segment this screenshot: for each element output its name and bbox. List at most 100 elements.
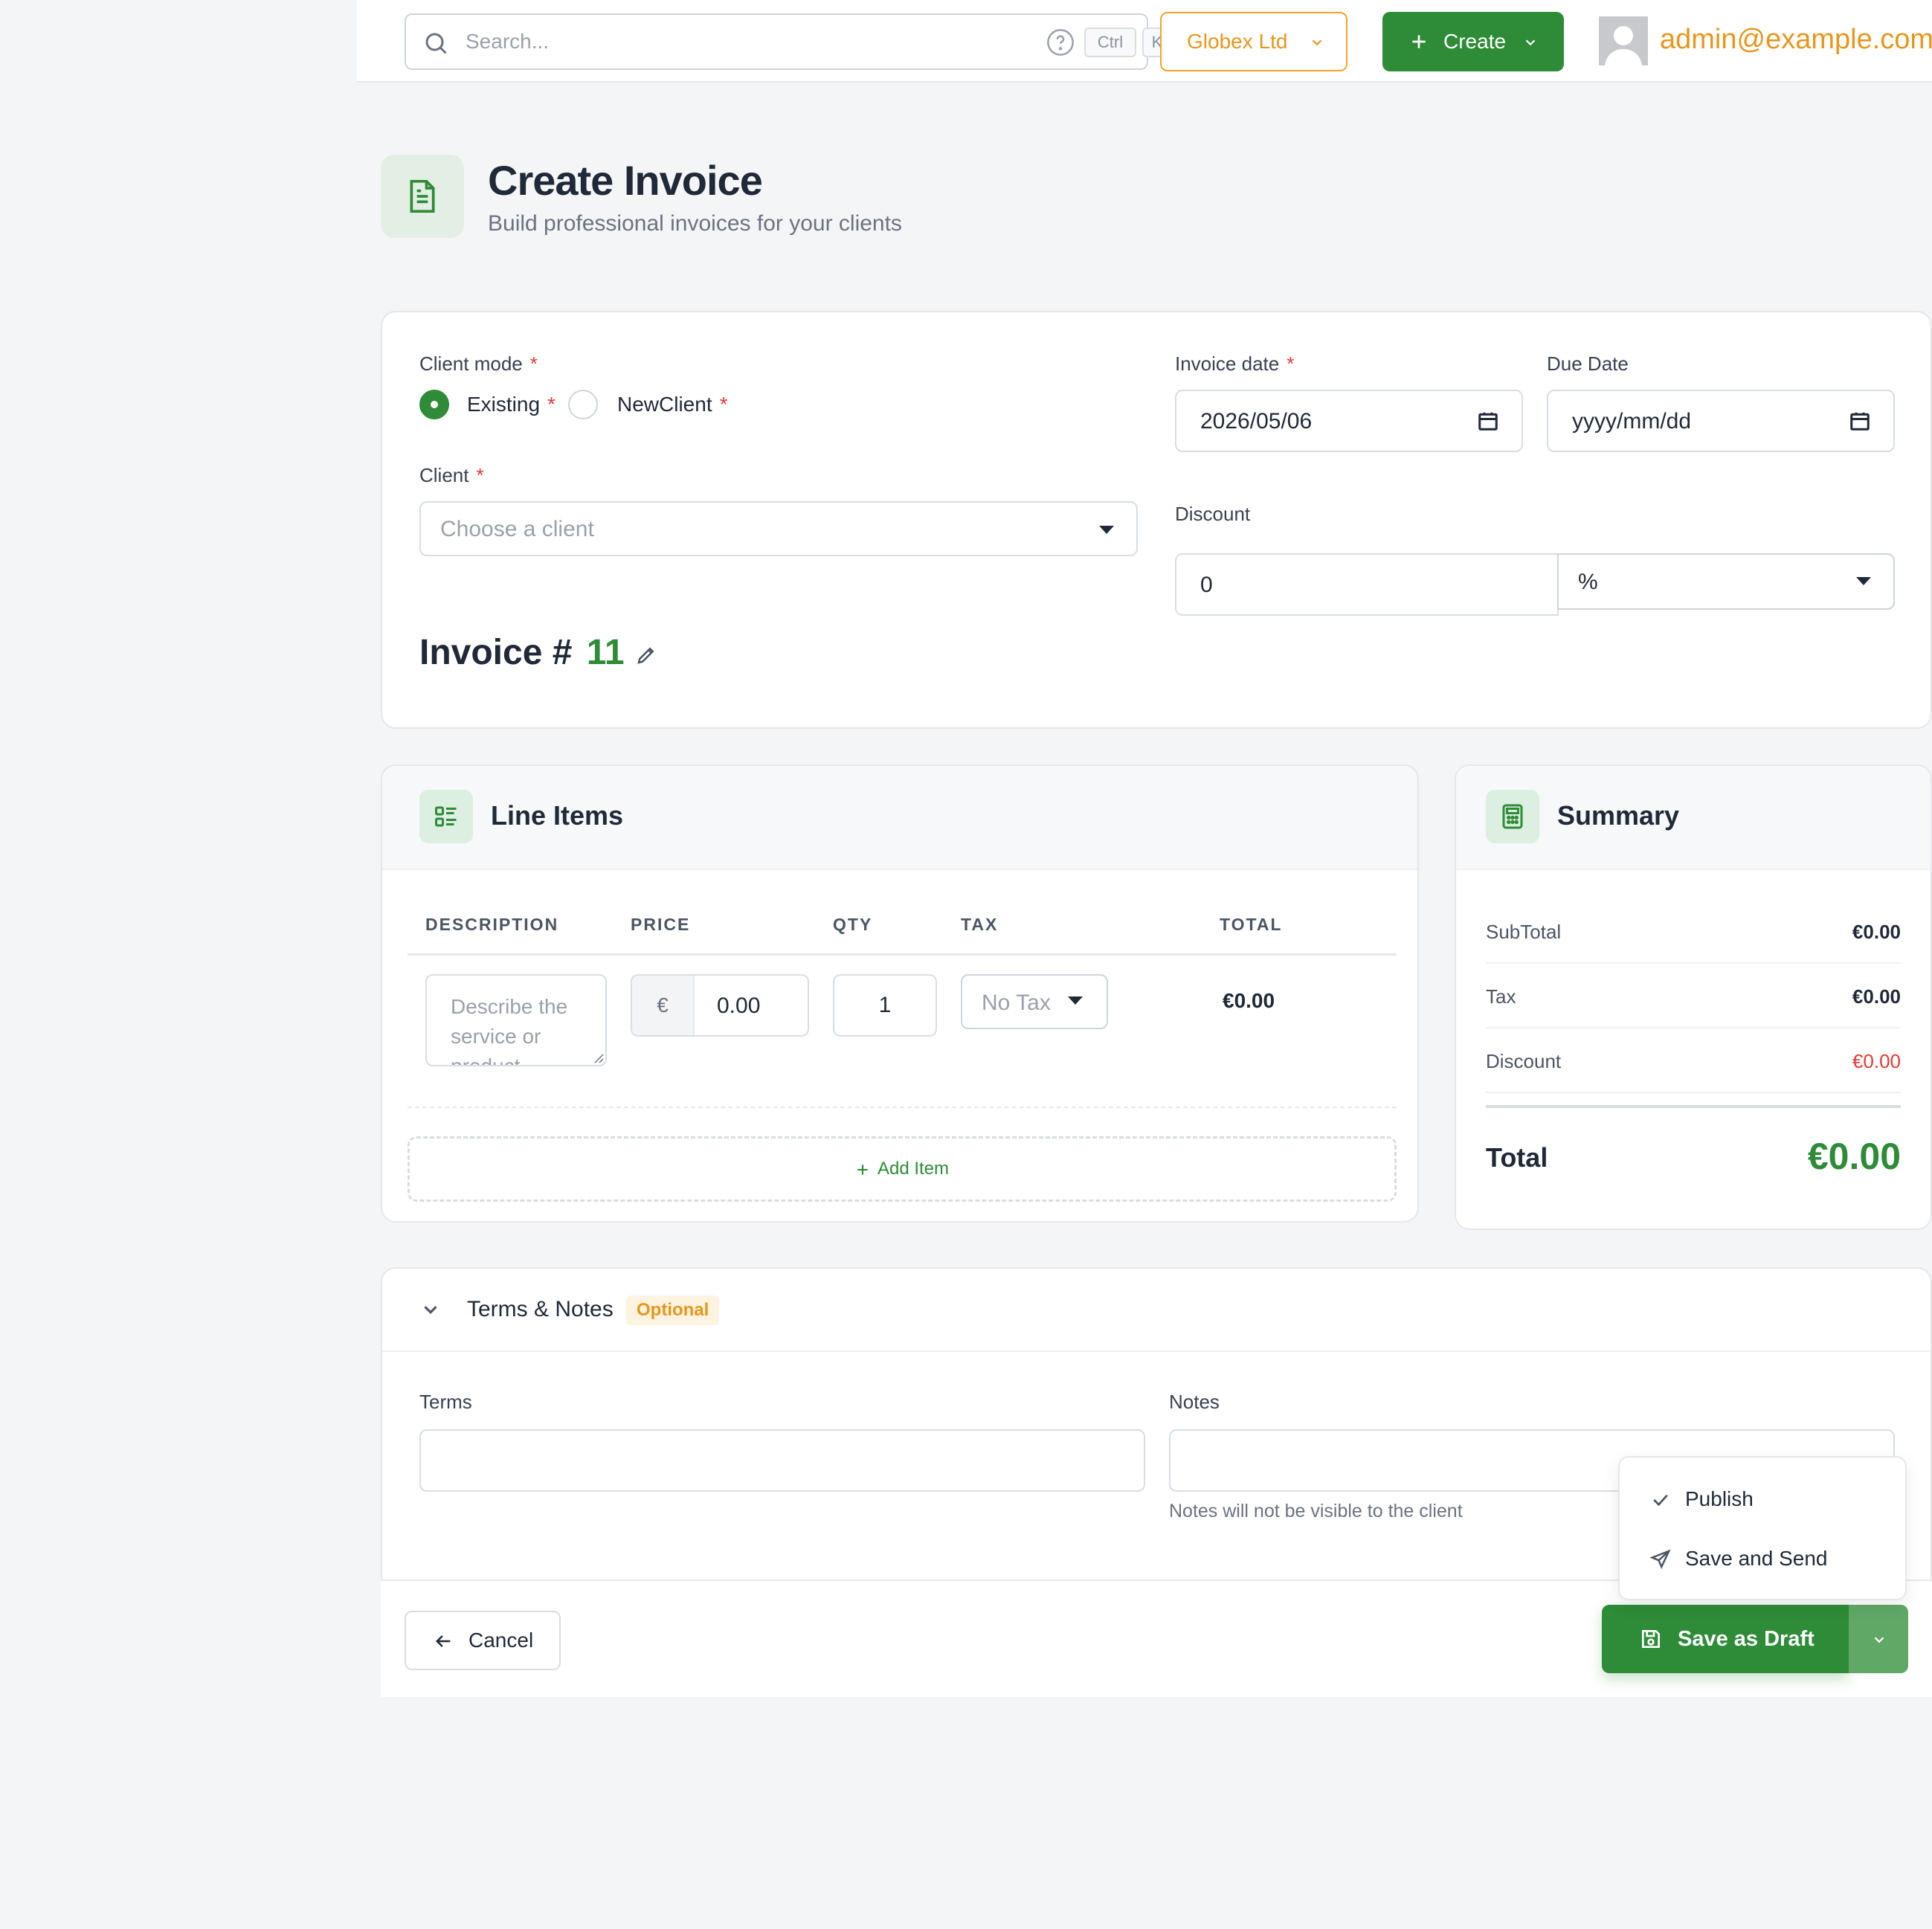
chevron-down-icon[interactable]: [419, 1298, 442, 1321]
summary-title: Summary: [1557, 800, 1680, 831]
row-total: €0.00: [1223, 989, 1275, 1012]
arrow-left-icon: [436, 1635, 451, 1647]
menu-item-publish-label: Publish: [1685, 1487, 1754, 1510]
due-date-input[interactable]: yyyy/mm/dd: [1547, 390, 1895, 452]
menu-item-save-and-send-label: Save and Send: [1685, 1547, 1828, 1570]
notes-label: Notes: [1169, 1391, 1220, 1413]
column-header-total: TOTAL: [1220, 915, 1283, 934]
qty-input[interactable]: 1: [833, 974, 937, 1037]
terms-input[interactable]: [419, 1429, 1145, 1492]
help-icon[interactable]: [1046, 28, 1075, 57]
send-icon: [1649, 1549, 1671, 1570]
save-options-toggle[interactable]: [1849, 1605, 1908, 1673]
invoice-date-label: Invoice date *: [1175, 352, 1295, 375]
search-icon: [425, 33, 447, 54]
tax-value: No Tax: [982, 991, 1051, 1015]
currency-prefix: €: [632, 976, 695, 1035]
resize-handle-icon[interactable]: [592, 1052, 604, 1063]
qty-value: 1: [878, 993, 892, 1017]
user-email[interactable]: admin@example.com: [1660, 24, 1932, 56]
top-bar: Search... Ctrl K Globex Ltd Create admin…: [357, 0, 1932, 83]
add-item-label: Add Item: [877, 1159, 950, 1179]
total-divider: [1486, 1105, 1901, 1108]
discount-type-select[interactable]: %: [1557, 553, 1895, 610]
invoice-details-card: Client mode * Existing * NewClient * Client…: [381, 311, 1932, 729]
chevron-down-icon: [1874, 1637, 1884, 1643]
column-header-description: DESCRIPTION: [425, 915, 559, 934]
invoice-icon: [381, 155, 464, 238]
row-divider: [408, 1107, 1397, 1108]
page-subtitle: Build professional invoices for your cli…: [488, 211, 902, 236]
caret-down-icon: [1099, 526, 1114, 534]
column-header-tax: TAX: [961, 915, 999, 934]
price-input[interactable]: € 0.00: [631, 974, 809, 1037]
check-icon: [1653, 1494, 1668, 1507]
summary-row-discount: Discount €0.00: [1486, 1029, 1901, 1093]
discount-label: Discount: [1175, 503, 1251, 525]
total-label: Total: [1486, 1142, 1548, 1173]
menu-item-save-and-send[interactable]: Save and Send: [1620, 1530, 1905, 1590]
discount-label: Discount: [1486, 1050, 1562, 1072]
tax-label: Tax: [1486, 985, 1516, 1008]
plus-icon: [857, 1164, 868, 1175]
column-header-qty: QTY: [833, 915, 873, 934]
tax-select[interactable]: No Tax: [961, 974, 1108, 1029]
terms-notes-title: Terms & Notes: [467, 1297, 614, 1321]
chevron-down-icon: [1312, 39, 1322, 46]
menu-item-publish[interactable]: Publish: [1620, 1471, 1905, 1530]
save-as-draft-label: Save as Draft: [1678, 1627, 1815, 1651]
user-avatar[interactable]: [1599, 16, 1648, 65]
list-icon: [419, 790, 473, 843]
invoice-number: 11: [586, 633, 625, 672]
create-button[interactable]: Create: [1382, 12, 1564, 71]
client-label: Client *: [419, 464, 484, 486]
save-as-draft-button[interactable]: Save as Draft: [1602, 1605, 1849, 1673]
price-value: 0.00: [717, 994, 761, 1018]
client-select[interactable]: Choose a client: [419, 501, 1138, 556]
discount-input[interactable]: 0: [1175, 553, 1559, 616]
client-mode-label: Client mode *: [419, 352, 538, 375]
search-input[interactable]: Search... Ctrl K: [405, 13, 1172, 70]
total-value: €0.00: [1807, 1136, 1901, 1177]
add-item-button[interactable]: Add Item: [408, 1136, 1397, 1202]
line-items-title: Line Items: [491, 800, 624, 831]
table-header-divider: [408, 953, 1397, 956]
radio-new-client[interactable]: [568, 390, 598, 419]
subtotal-value: €0.00: [1852, 921, 1901, 943]
summary-row-tax: Tax €0.00: [1486, 964, 1901, 1028]
invoice-date-value: 2026/05/06: [1200, 409, 1313, 434]
description-textarea[interactable]: Describe the service or product: [425, 974, 607, 1066]
calendar-icon[interactable]: [1849, 410, 1871, 432]
calendar-icon[interactable]: [1477, 410, 1499, 432]
page-title: Create Invoice: [488, 157, 763, 204]
edit-pencil-icon[interactable]: [635, 644, 657, 666]
summary-header: Summary: [1456, 766, 1931, 870]
organization-switcher[interactable]: Globex Ltd: [1160, 12, 1347, 71]
calculator-icon: [1486, 790, 1539, 843]
create-label: Create: [1443, 30, 1507, 53]
caret-down-icon: [1856, 577, 1871, 585]
invoice-date-input[interactable]: 2026/05/06: [1175, 390, 1523, 452]
discount-type-value: %: [1578, 570, 1598, 594]
due-date-placeholder: yyyy/mm/dd: [1572, 409, 1692, 434]
invoice-number-heading: Invoice # 11: [419, 633, 625, 672]
line-items-header: Line Items: [382, 766, 1417, 870]
radio-existing[interactable]: [419, 390, 449, 419]
subtotal-label: SubTotal: [1486, 921, 1562, 943]
chevron-down-icon: [1525, 39, 1536, 46]
terms-label: Terms: [419, 1391, 472, 1413]
line-items-card: Line Items DESCRIPTION PRICE QTY TAX TOT…: [381, 764, 1419, 1223]
plus-icon: [1412, 35, 1426, 48]
search-placeholder: Search...: [466, 30, 550, 53]
cancel-button[interactable]: Cancel: [405, 1611, 561, 1670]
user-avatar-icon: [1605, 26, 1642, 65]
caret-down-icon: [1068, 996, 1083, 1005]
discount-value: €0.00: [1852, 1050, 1901, 1072]
terms-notes-header[interactable]: Terms & Notes Optional: [382, 1269, 1931, 1352]
discount-value: 0: [1200, 573, 1213, 597]
organization-name: Globex Ltd: [1187, 30, 1288, 53]
sidebar: [0, 0, 357, 1929]
shortcut-key-ctrl: Ctrl: [1084, 28, 1136, 57]
save-icon: [1642, 1630, 1660, 1648]
radio-new-client-label: NewClient *: [617, 393, 728, 416]
